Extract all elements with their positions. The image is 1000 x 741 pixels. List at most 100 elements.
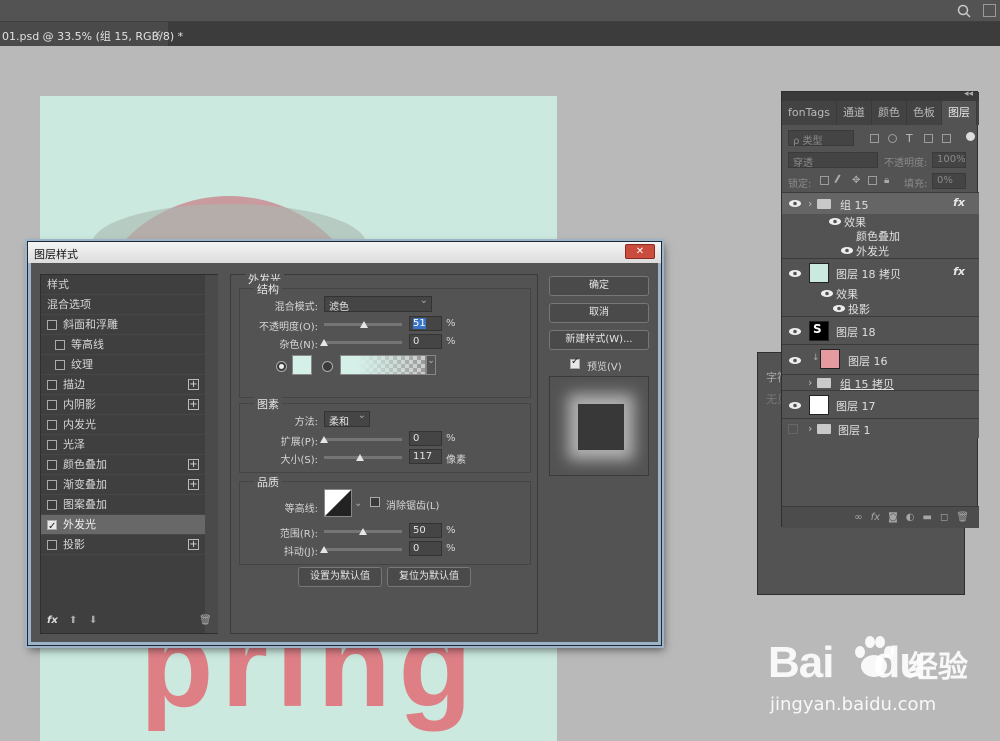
style-item-gradient-overlay[interactable]: 渐变叠加 + xyxy=(41,475,205,495)
checkbox[interactable] xyxy=(47,480,57,490)
contour-preview-icon[interactable] xyxy=(324,489,352,517)
eye-icon[interactable] xyxy=(788,269,802,278)
style-item-inner-glow[interactable]: 内发光 xyxy=(41,415,205,435)
layer-opacity-input[interactable]: 100% xyxy=(932,152,966,168)
search-icon[interactable] xyxy=(956,3,972,19)
style-item-bevel[interactable]: 斜面和浮雕 xyxy=(41,315,205,335)
style-item-outer-glow[interactable]: 外发光 xyxy=(41,515,205,537)
filter-select[interactable]: ρ 类型 xyxy=(788,130,854,147)
checkbox[interactable] xyxy=(55,340,65,350)
eye-icon[interactable] xyxy=(788,327,802,336)
checkbox[interactable] xyxy=(47,440,57,450)
visibility-box[interactable] xyxy=(788,424,798,434)
checkbox-checked[interactable] xyxy=(47,517,57,537)
eye-icon[interactable] xyxy=(828,217,842,226)
filter-text-icon[interactable]: T xyxy=(906,133,915,144)
lock-transparent-icon[interactable] xyxy=(820,176,829,185)
lock-brush-icon[interactable] xyxy=(834,174,847,187)
size-slider-knob[interactable] xyxy=(355,454,364,461)
filter-pixel-icon[interactable] xyxy=(870,134,879,143)
noise-slider-knob[interactable] xyxy=(320,339,328,346)
checkbox[interactable] xyxy=(55,360,65,370)
checkbox[interactable] xyxy=(47,380,57,390)
eye-icon[interactable] xyxy=(788,199,802,208)
folder-icon[interactable]: ▬ xyxy=(923,512,932,523)
layer-row[interactable]: › 组 15 拷贝 xyxy=(782,374,979,391)
antialias-checkbox[interactable] xyxy=(370,497,380,507)
opacity-input[interactable]: 51 xyxy=(409,316,442,331)
close-tab-button[interactable]: × xyxy=(153,27,162,40)
blend-mode-select[interactable]: 滤色 xyxy=(324,295,432,313)
style-item[interactable]: 混合选项 xyxy=(41,295,205,315)
add-icon[interactable]: + xyxy=(188,479,199,490)
checkbox[interactable] xyxy=(47,460,57,470)
layer-row[interactable]: ↓ 图层 16 xyxy=(782,344,979,374)
jitter-input[interactable]: 0 xyxy=(409,541,442,556)
adjustment-icon[interactable]: ◐ xyxy=(906,512,915,523)
fill-input[interactable]: 0% xyxy=(932,173,966,189)
eye-icon[interactable] xyxy=(788,401,802,410)
link-icon[interactable]: ∞ xyxy=(854,512,862,523)
layer-row[interactable]: › 图层 1 xyxy=(782,418,979,438)
layer-blend-select[interactable]: 穿透 xyxy=(788,152,878,169)
tab-fontags[interactable]: fonTags xyxy=(782,101,837,125)
layer-row[interactable]: › 组 15 fx xyxy=(782,192,979,214)
style-list-scrollbar[interactable] xyxy=(205,275,218,633)
checkbox[interactable] xyxy=(47,540,57,550)
style-item-pattern-overlay[interactable]: 图案叠加 xyxy=(41,495,205,515)
filter-toggle-icon[interactable] xyxy=(966,132,975,141)
method-select[interactable]: 柔和 xyxy=(324,410,370,428)
preview-checkbox[interactable] xyxy=(570,356,580,369)
fx-icon[interactable]: fx xyxy=(953,196,965,209)
move-down-icon[interactable]: ⬇ xyxy=(89,615,97,626)
style-item-color-overlay[interactable]: 颜色叠加 + xyxy=(41,455,205,475)
mask-icon[interactable]: ◙ xyxy=(888,512,898,523)
spread-slider-knob[interactable] xyxy=(320,436,328,443)
layer-row[interactable]: 图层 17 xyxy=(782,390,979,418)
eye-icon[interactable] xyxy=(832,304,846,313)
gradient-dropdown-icon[interactable]: ⌄ xyxy=(426,355,436,375)
document-tab[interactable]: 01.psd @ 33.5% (组 15, RGB/8) * × xyxy=(0,22,183,46)
lock-move-icon[interactable]: ✥ xyxy=(852,176,861,186)
add-icon[interactable]: + xyxy=(188,399,199,410)
layer-row[interactable]: 图层 18 拷贝 fx xyxy=(782,258,979,286)
range-slider-knob[interactable] xyxy=(359,528,367,535)
style-item-texture[interactable]: 纹理 xyxy=(41,355,205,375)
filter-smart-icon[interactable] xyxy=(942,134,951,143)
style-item-inner-shadow[interactable]: 内阴影 + xyxy=(41,395,205,415)
glow-color-swatch[interactable] xyxy=(292,355,312,375)
add-icon[interactable]: + xyxy=(188,539,199,550)
fx-menu-icon[interactable]: fx xyxy=(47,615,58,626)
collapse-icon[interactable]: ◂◂ xyxy=(964,89,973,99)
jitter-slider-knob[interactable] xyxy=(320,546,328,553)
dialog-title-bar[interactable]: 图层样式 ✕ xyxy=(28,242,661,263)
new-layer-icon[interactable]: ◻ xyxy=(940,512,948,523)
range-input[interactable]: 50 xyxy=(409,523,442,538)
eye-icon[interactable] xyxy=(788,356,802,365)
style-item[interactable]: 样式 xyxy=(41,275,205,295)
fx-icon[interactable]: fx xyxy=(871,512,880,523)
filter-shape-icon[interactable] xyxy=(924,134,933,143)
style-item-contour[interactable]: 等高线 xyxy=(41,335,205,355)
gradient-swatch[interactable] xyxy=(340,355,426,375)
eye-icon[interactable] xyxy=(820,289,834,298)
trash-icon[interactable]: 🗑︎ xyxy=(199,615,212,626)
style-item-drop-shadow[interactable]: 投影 + xyxy=(41,535,205,555)
jitter-slider[interactable] xyxy=(324,548,402,551)
close-dialog-button[interactable]: ✕ xyxy=(625,244,655,259)
tab-color[interactable]: 颜色 xyxy=(872,101,907,125)
lock-artboard-icon[interactable] xyxy=(868,176,877,185)
lock-all-icon[interactable]: 🔒︎ xyxy=(884,176,893,186)
checkbox[interactable] xyxy=(47,400,57,410)
expand-arrow-icon[interactable]: › xyxy=(808,197,812,210)
layer-row[interactable]: S 图层 18 xyxy=(782,316,979,344)
spread-input[interactable]: 0 xyxy=(409,431,442,446)
contour-dropdown-icon[interactable]: ⌄ xyxy=(354,498,362,509)
filter-adjust-icon[interactable] xyxy=(888,134,897,143)
reset-default-button[interactable]: 复位为默认值 xyxy=(387,567,471,587)
opacity-slider-knob[interactable] xyxy=(359,321,368,328)
eye-icon[interactable] xyxy=(840,246,854,255)
add-icon[interactable]: + xyxy=(188,379,199,390)
size-input[interactable]: 117 xyxy=(409,449,442,464)
fx-icon[interactable]: fx xyxy=(953,265,965,278)
